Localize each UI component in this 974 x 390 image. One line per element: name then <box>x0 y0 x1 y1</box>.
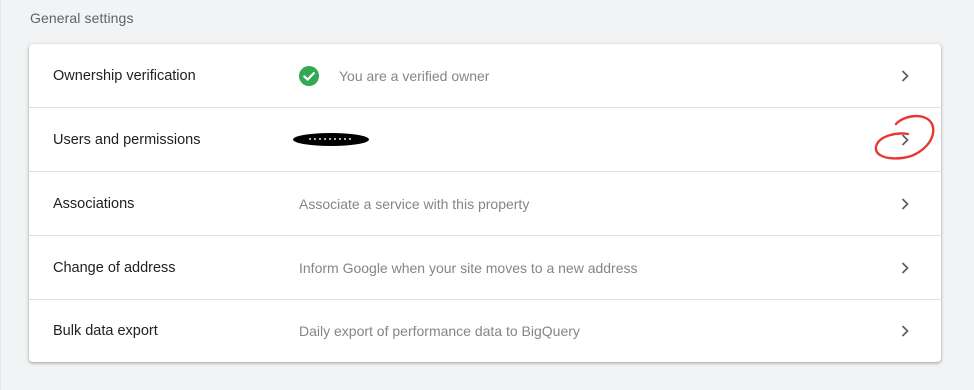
row-description: You are a verified owner <box>339 67 490 84</box>
row-bulk-data-export[interactable]: Bulk data export Daily export of perform… <box>29 300 941 362</box>
section-heading: General settings <box>30 10 134 26</box>
row-description-wrapper: You are a verified owner <box>299 44 489 107</box>
row-description: Inform Google when your site moves to a … <box>299 259 638 276</box>
row-title: Ownership verification <box>53 67 196 84</box>
chevron-right-icon[interactable] <box>899 325 911 337</box>
row-users-and-permissions[interactable]: Users and permissions <box>29 108 941 172</box>
check-circle-icon <box>299 65 319 86</box>
redaction-texture <box>309 138 353 140</box>
chevron-right-icon[interactable] <box>899 261 911 274</box>
row-description: Associate a service with this property <box>299 195 530 212</box>
row-description: Daily export of performance data to BigQ… <box>299 323 580 339</box>
chevron-right-icon[interactable] <box>899 133 911 146</box>
row-title: Users and permissions <box>53 131 201 148</box>
page-edge-divider <box>0 0 1 390</box>
row-change-of-address[interactable]: Change of address Inform Google when you… <box>29 236 941 300</box>
row-title: Associations <box>53 195 135 212</box>
chevron-right-icon[interactable] <box>899 197 911 210</box>
chevron-right-icon[interactable] <box>899 69 911 82</box>
row-associations[interactable]: Associations Associate a service with th… <box>29 172 941 236</box>
row-title: Change of address <box>53 259 176 276</box>
settings-card: Ownership verification You are a verifie… <box>29 44 941 362</box>
row-ownership-verification[interactable]: Ownership verification You are a verifie… <box>29 44 941 108</box>
row-title: Bulk data export <box>53 323 158 339</box>
